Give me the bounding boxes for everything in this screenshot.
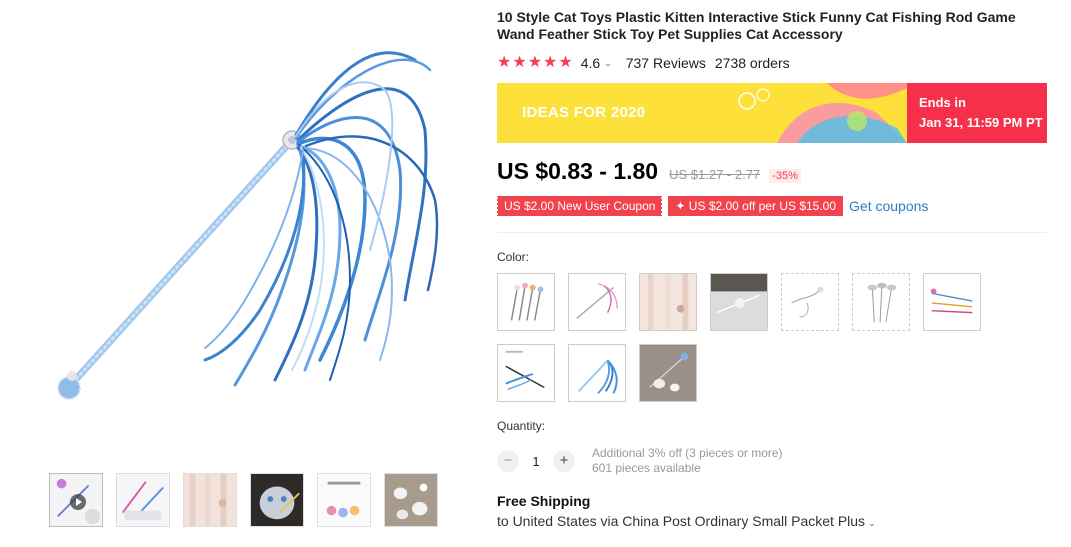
current-price: US $0.83 - 1.80: [497, 158, 659, 184]
star-icon: ★: [527, 54, 543, 71]
promo-banner[interactable]: IDEAS FOR 2020 Ends in Jan 31, 11:59 PM …: [497, 83, 1047, 143]
product-details: 10 Style Cat Toys Plastic Kitten Interac…: [497, 0, 1049, 529]
rating-value[interactable]: 4.6: [581, 55, 600, 71]
main-product-image[interactable]: [20, 0, 450, 455]
shipping-detail: to United States via China Post Ordinary…: [497, 513, 866, 529]
color-option-5[interactable]: [781, 273, 839, 331]
new-user-coupon[interactable]: US $2.00 New User Coupon: [497, 196, 663, 216]
color-option-6[interactable]: [852, 273, 910, 331]
color-option-1[interactable]: [497, 273, 555, 331]
thumbnail-6[interactable]: [384, 473, 438, 527]
product-title: 10 Style Cat Toys Plastic Kitten Interac…: [497, 9, 1016, 42]
color-swatches: [497, 273, 997, 402]
increase-quantity-button[interactable]: +: [553, 450, 575, 472]
color-option-2[interactable]: [568, 273, 626, 331]
shipping-title: Free Shipping: [497, 493, 591, 509]
ends-in-label: Ends in: [919, 95, 966, 110]
promo-banner-art: IDEAS FOR 2020: [497, 83, 907, 143]
color-option-9[interactable]: [568, 344, 626, 402]
quantity-stepper: − 1 + Additional 3% off (3 pieces or mor…: [497, 446, 1049, 476]
star-icon: ★: [497, 54, 512, 71]
color-option-10[interactable]: [639, 344, 697, 402]
star-icon: ★: [512, 54, 527, 71]
ends-in-time: Jan 31, 11:59 PM PT: [919, 115, 1043, 130]
color-option-3[interactable]: [639, 273, 697, 331]
thumbnail-3[interactable]: [183, 473, 237, 527]
chevron-down-icon[interactable]: ⌄: [604, 58, 612, 69]
discount-badge: -35%: [769, 169, 801, 183]
divider: [497, 232, 1047, 233]
reviews-link[interactable]: 737 Reviews: [626, 55, 706, 71]
color-option-8[interactable]: [497, 344, 555, 402]
color-label: Color:: [497, 250, 530, 264]
thumbnail-5[interactable]: [317, 473, 371, 527]
star-icon: ★: [543, 54, 558, 71]
play-icon: [70, 494, 86, 510]
quantity-label: Quantity:: [497, 419, 546, 433]
original-price: US $1.27 - 2.77: [669, 167, 761, 182]
rating-row: ★ ★ ★ ★ ★ 4.6 ⌄ 737 Reviews 2738 orders: [497, 55, 1049, 72]
promo-decoration-icon: [738, 83, 907, 143]
get-coupons-link[interactable]: Get coupons: [849, 198, 928, 214]
thumbnail-2[interactable]: [116, 473, 170, 527]
rating-stars[interactable]: ★ ★ ★ ★ ★: [497, 55, 573, 71]
promo-countdown: Ends in Jan 31, 11:59 PM PT: [907, 83, 1047, 143]
thumbnail-strip: [49, 473, 438, 527]
promo-label: IDEAS FOR 2020: [522, 104, 646, 121]
color-option-7[interactable]: [923, 273, 981, 331]
thumbnail-4[interactable]: [250, 473, 304, 527]
quantity-info: Additional 3% off (3 pieces or more) 601…: [592, 446, 783, 476]
price-row: US $0.83 - 1.80 US $1.27 - 2.77 -35%: [497, 158, 1049, 185]
store-coupon[interactable]: ✦ US $2.00 off per US $15.00: [668, 196, 844, 216]
decrease-quantity-button[interactable]: −: [497, 450, 519, 472]
bulk-discount-text: Additional 3% off (3 pieces or more): [592, 446, 783, 460]
stock-available-text: 601 pieces available: [592, 461, 701, 475]
shipping-method-selector[interactable]: to United States via China Post Ordinary…: [497, 513, 1049, 529]
cat-wand-image: [57, 51, 439, 400]
quantity-input[interactable]: 1: [519, 454, 553, 469]
thumbnail-video[interactable]: [49, 473, 103, 527]
coupon-row: US $2.00 New User Coupon ✦ US $2.00 off …: [497, 196, 1049, 216]
orders-count: 2738 orders: [714, 55, 790, 71]
star-icon: ★: [558, 54, 573, 71]
chevron-down-icon: ⌄: [868, 518, 876, 528]
color-option-4[interactable]: [710, 273, 768, 331]
